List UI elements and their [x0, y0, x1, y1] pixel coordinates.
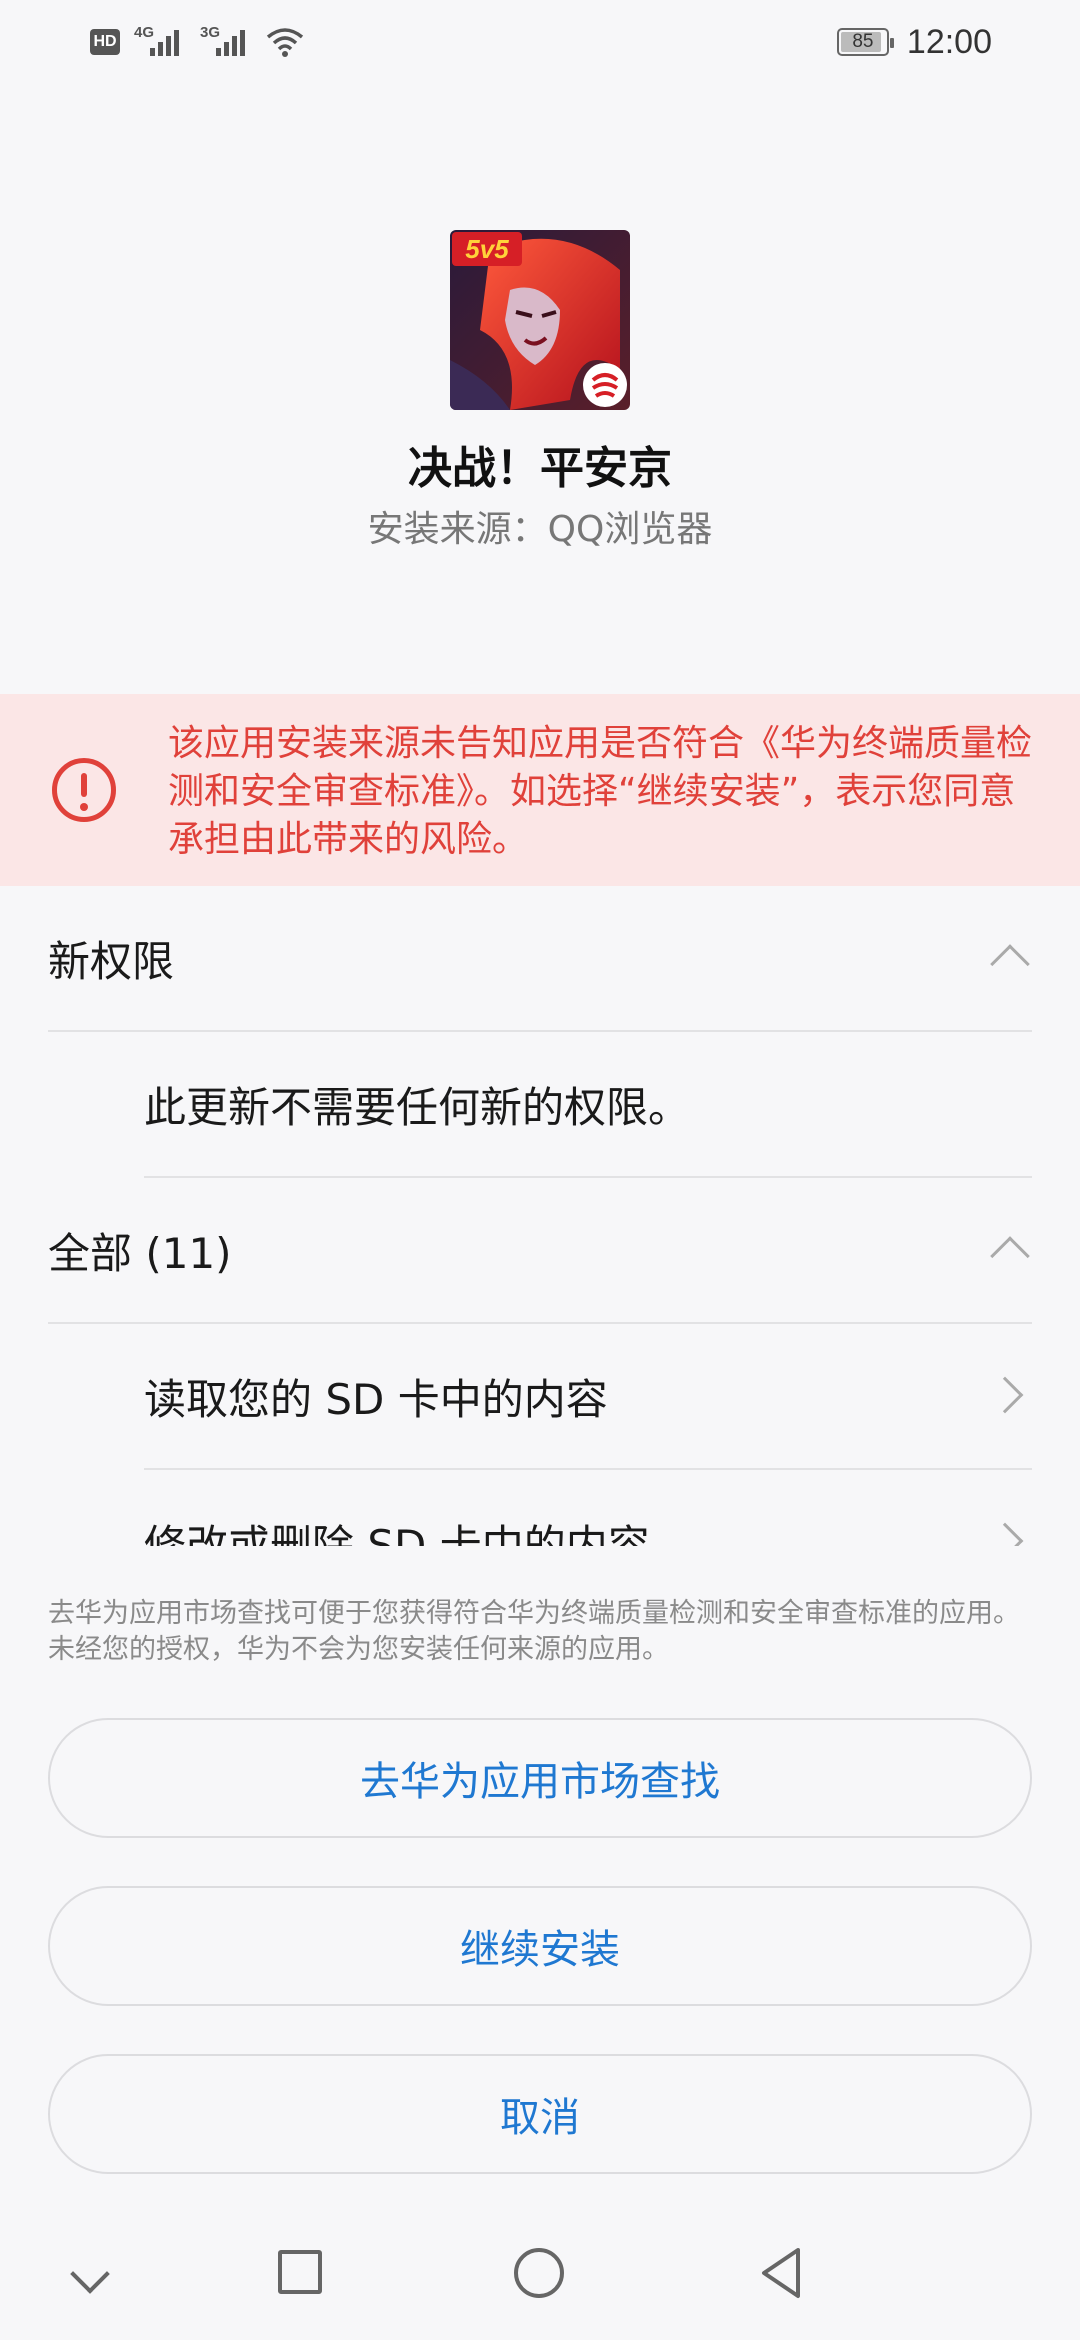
- section-label: 全部 (11): [48, 1228, 232, 1278]
- signal-sim1-icon: 4G: [134, 24, 186, 60]
- section-all-permissions[interactable]: 全部 (11): [48, 1178, 1032, 1324]
- wifi-icon: [266, 28, 304, 57]
- chevron-right-icon: [986, 1522, 1024, 1546]
- status-left: HD 4G 3G: [90, 22, 304, 62]
- app-name: 决战！平安京: [408, 443, 672, 494]
- footer-note: 去华为应用市场查找可便于您获得符合华为终端质量检测和安全审查标准的应用。未经您的…: [48, 1598, 1020, 1665]
- status-bar: HD 4G 3G 85 12:00: [0, 0, 1080, 84]
- continue-install-button[interactable]: 继续安装: [48, 1886, 1032, 2006]
- section-new-permissions[interactable]: 新权限: [48, 886, 1032, 1032]
- chevron-down-icon[interactable]: [70, 2254, 110, 2294]
- permissions-list[interactable]: 新权限 此更新不需要任何新的权限。 全部 (11) 读取您的 SD 卡中的内容 …: [0, 886, 1080, 1546]
- cancel-button[interactable]: 取消: [48, 2054, 1032, 2174]
- battery-icon: 85: [836, 28, 894, 56]
- permission-row-read-sd[interactable]: 读取您的 SD 卡中的内容: [144, 1324, 1032, 1470]
- section-label: 新权限: [48, 936, 175, 986]
- home-circle-icon[interactable]: [514, 2248, 564, 2298]
- risk-warning-text: 该应用安装来源未告知应用是否符合《华为终端质量检测和安全审查标准》。如选择“继续…: [168, 723, 1033, 860]
- svg-text:5v5: 5v5: [465, 234, 509, 264]
- chevron-up-icon: [990, 1236, 1030, 1276]
- footer: 去华为应用市场查找可便于您获得符合华为终端质量检测和安全审查标准的应用。未经您的…: [0, 1546, 1080, 2340]
- permission-row: 此更新不需要任何新的权限。: [144, 1032, 1032, 1178]
- signal-sim2-icon: 3G: [200, 24, 252, 60]
- status-clock: 12:00: [906, 22, 992, 61]
- app-icon: 5v5: [450, 230, 630, 410]
- chevron-up-icon: [990, 944, 1030, 984]
- hd-voice-icon: HD: [90, 29, 120, 55]
- recents-square-icon[interactable]: [278, 2250, 322, 2294]
- install-screen: HD 4G 3G 85 12:00 5v5 决战！平安京 安装来源：QQ浏览器 …: [0, 0, 1080, 2340]
- back-triangle-icon[interactable]: [758, 2246, 804, 2300]
- find-in-market-button[interactable]: 去华为应用市场查找: [48, 1718, 1032, 1838]
- chevron-right-icon: [986, 1376, 1024, 1414]
- warning-icon: [52, 758, 116, 822]
- install-source: 安装来源：QQ浏览器: [367, 509, 713, 550]
- permission-row-modify-sd[interactable]: 修改或删除 SD 卡中的内容: [144, 1470, 1032, 1546]
- navigation-bar: [0, 2228, 1080, 2340]
- status-right: 85 12:00: [836, 20, 992, 64]
